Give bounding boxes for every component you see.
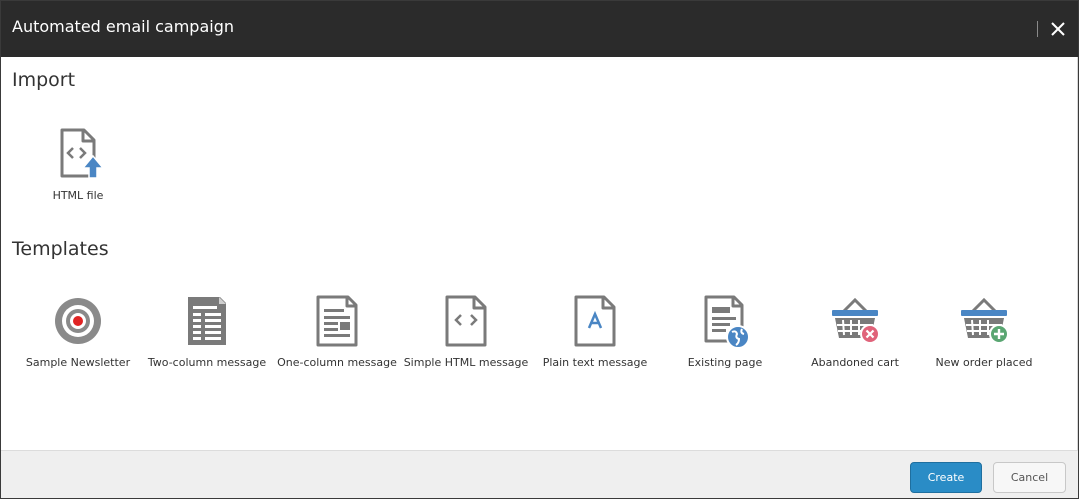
dialog-content: Import HTML file Templates Sample Newsle… (1, 57, 1078, 450)
tile-label: One-column message (277, 356, 397, 369)
template-existing-page-tile[interactable]: Existing page (660, 294, 790, 374)
dialog-footer: Create Cancel (1, 450, 1078, 498)
tile-label: HTML file (52, 189, 104, 202)
template-two-column-tile[interactable]: Two-column message (142, 294, 272, 374)
template-sample-newsletter-tile[interactable]: Sample Newsletter (13, 294, 143, 374)
tile-label: Existing page (687, 356, 763, 369)
tile-label: New order placed (935, 356, 1033, 369)
template-new-order-tile[interactable]: New order placed (919, 294, 1049, 374)
tile-label: Two-column message (147, 356, 267, 369)
basket-add-icon (961, 297, 1009, 344)
tile-label: Simple HTML message (403, 356, 529, 369)
campaign-dialog: Automated email campaign Import HTML fil… (0, 0, 1079, 499)
tile-label: Abandoned cart (811, 356, 899, 369)
tile-label: Sample Newsletter (25, 356, 131, 369)
dialog-titlebar: Automated email campaign (1, 1, 1078, 57)
html-file-upload-icon (60, 128, 105, 179)
html-document-icon (445, 295, 487, 347)
create-button[interactable]: Create (910, 462, 982, 493)
target-icon (55, 298, 101, 344)
import-heading: Import (12, 69, 76, 91)
document-globe-icon (704, 295, 750, 349)
dialog-title: Automated email campaign (12, 17, 234, 36)
template-abandoned-cart-tile[interactable]: Abandoned cart (790, 294, 920, 374)
text-document-icon (574, 295, 616, 347)
tile-label: Plain text message (542, 356, 648, 369)
close-button[interactable] (1047, 18, 1069, 40)
two-column-document-icon (188, 297, 226, 345)
templates-heading: Templates (12, 238, 109, 260)
template-one-column-tile[interactable]: One-column message (272, 294, 402, 374)
import-html-file-tile[interactable]: HTML file (13, 125, 143, 205)
one-column-document-icon (316, 295, 358, 347)
template-simple-html-tile[interactable]: Simple HTML message (401, 294, 531, 374)
template-plain-text-tile[interactable]: Plain text message (530, 294, 660, 374)
cancel-button[interactable]: Cancel (993, 462, 1066, 493)
titlebar-divider (1037, 21, 1038, 37)
close-icon (1051, 22, 1065, 36)
basket-remove-icon (832, 297, 880, 344)
